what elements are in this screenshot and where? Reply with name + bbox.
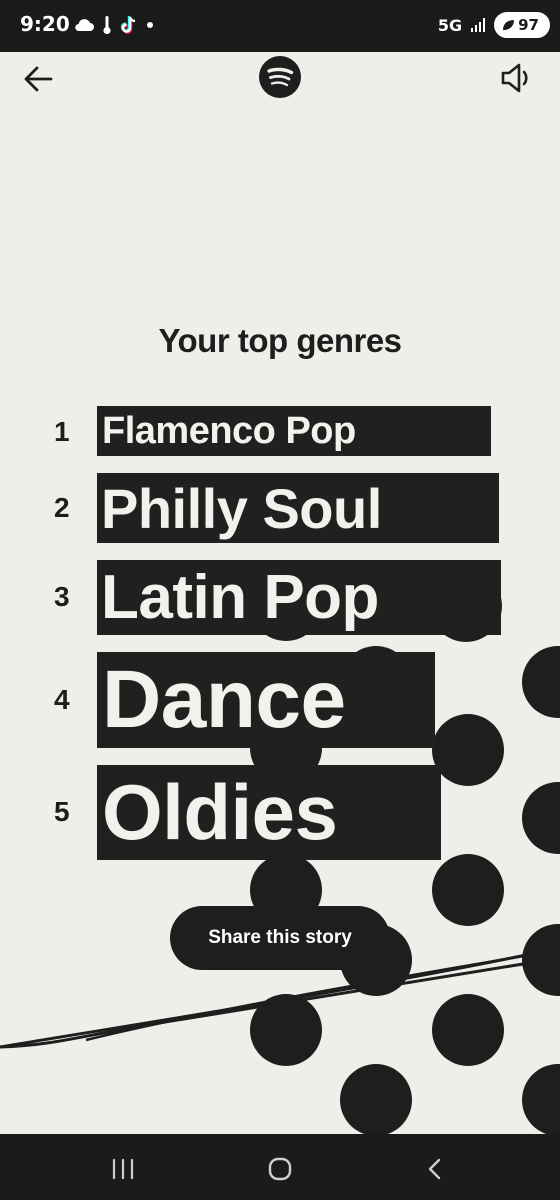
genre-rank: 5	[54, 796, 70, 827]
story-screen: 9:20 5G 97 Your top genres 1 Flamenco Po…	[0, 0, 560, 1200]
genre-rank: 4	[54, 684, 70, 715]
genre-name: Flamenco Pop	[97, 406, 491, 456]
genre-rank: 2	[54, 492, 70, 523]
genre-name: Oldies	[97, 765, 441, 860]
home-icon[interactable]	[265, 1154, 295, 1184]
genre-name: Philly Soul	[97, 473, 499, 543]
system-nav-bar	[0, 1134, 560, 1200]
story-title: Your top genres	[158, 322, 402, 359]
back-chevron-icon[interactable]	[420, 1154, 450, 1184]
recents-icon[interactable]	[108, 1154, 138, 1184]
genre-rank: 1	[54, 416, 70, 447]
genre-rank: 3	[54, 581, 70, 612]
share-story-label: Share this story	[208, 927, 352, 948]
genre-name: Dance	[97, 652, 435, 748]
share-story-button[interactable]: Share this story	[170, 906, 390, 970]
genre-name: Latin Pop	[97, 560, 501, 635]
